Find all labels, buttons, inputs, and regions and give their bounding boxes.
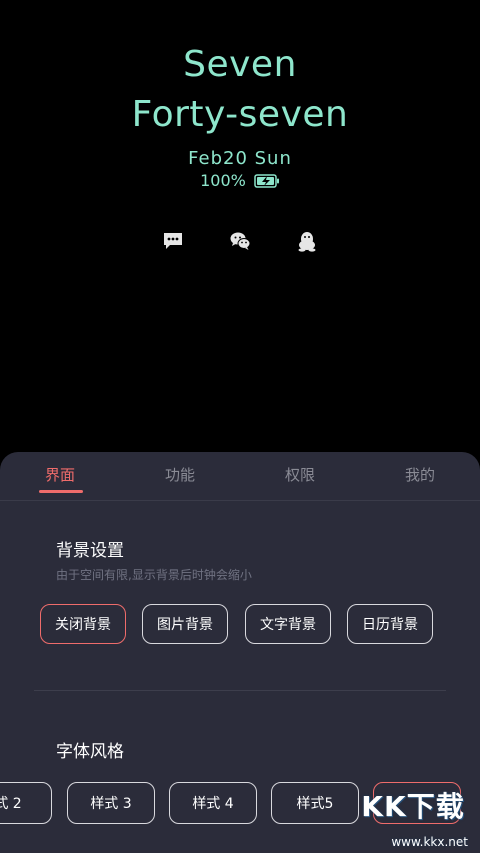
active-tab-indicator <box>39 490 83 493</box>
watermark-url: www.kkx.net <box>391 835 468 849</box>
font-style-option-4[interactable]: 样式 4 <box>169 782 257 824</box>
notification-icons <box>0 230 480 252</box>
clock-date: Feb20 Sun <box>188 148 292 169</box>
font-style-option-2[interactable]: 式 2 <box>0 782 52 824</box>
calendar-background-button[interactable]: 日历背景 <box>347 604 433 644</box>
tab-interface[interactable]: 界面 <box>45 464 75 485</box>
background-settings-title: 背景设置 <box>56 541 124 561</box>
tab-permissions[interactable]: 权限 <box>285 464 315 485</box>
battery-charging-icon <box>254 173 279 188</box>
tab-functions[interactable]: 功能 <box>165 464 195 485</box>
message-icon[interactable] <box>162 230 184 252</box>
image-background-button[interactable]: 图片背景 <box>142 604 228 644</box>
background-settings-subtitle: 由于空间有限,显示背景后时钟会缩小 <box>56 568 252 582</box>
font-style-title: 字体风格 <box>56 742 124 762</box>
wechat-icon[interactable] <box>229 230 251 252</box>
background-off-button[interactable]: 关闭背景 <box>40 604 126 644</box>
font-style-option-3[interactable]: 样式 3 <box>67 782 155 824</box>
kk-download-watermark: KK下载 www.kkx.net <box>354 785 472 849</box>
clock-hour: Seven <box>183 44 297 85</box>
clock-display: Seven Forty-seven Feb20 Sun 100% <box>0 40 480 190</box>
section-divider <box>34 690 446 691</box>
qq-icon[interactable] <box>296 230 318 252</box>
tab-mine[interactable]: 我的 <box>405 464 435 485</box>
font-style-option-5[interactable]: 样式5 <box>271 782 359 824</box>
battery-status: 100% <box>0 171 480 190</box>
battery-percent: 100% <box>200 171 246 190</box>
tab-bar: 界面 功能 权限 我的 <box>0 452 480 501</box>
clock-minute: Forty-seven <box>131 94 349 135</box>
text-background-button[interactable]: 文字背景 <box>245 604 331 644</box>
watermark-title: KK下载 <box>361 790 465 823</box>
